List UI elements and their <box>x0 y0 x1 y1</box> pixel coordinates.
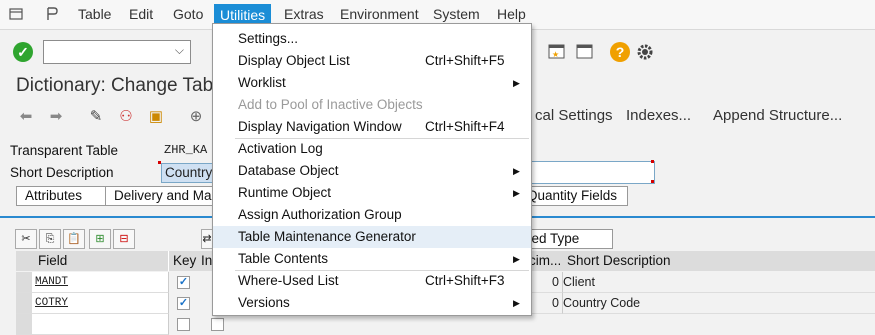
svg-text:★: ★ <box>552 50 559 59</box>
gear-icon[interactable] <box>635 42 655 62</box>
required-marker-right-bottom <box>651 180 654 183</box>
technical-settings-button[interactable]: cal Settings <box>535 107 613 124</box>
menu-item-table-contents[interactable]: Table Contents ▶ <box>213 248 531 270</box>
column-header-short-description: Short Description <box>563 251 875 271</box>
submenu-arrow-icon: ▶ <box>513 166 520 176</box>
chevron-down-icon[interactable]: ⌵ <box>175 43 184 58</box>
table-name-field: ZHR_KA <box>164 143 208 157</box>
tab-quantity-fields[interactable]: Quantity Fields <box>518 186 628 206</box>
cut-icon[interactable]: ✂ <box>15 229 37 249</box>
generate-shortcut-icon[interactable] <box>575 42 595 62</box>
enter-check-icon[interactable]: ✓ <box>13 42 33 62</box>
menu-item-table-maintenance-generator[interactable]: Table Maintenance Generator <box>213 226 531 248</box>
short-description-input-cont[interactable] <box>522 161 655 184</box>
row-selector[interactable] <box>16 293 33 314</box>
paste-icon[interactable]: 📋 <box>63 229 85 249</box>
back-arrow-icon[interactable]: ⬅ <box>16 107 36 125</box>
create-session-icon[interactable]: ★ <box>547 42 567 62</box>
menu-item-runtime-object[interactable]: Runtime Object ▶ <box>213 182 531 204</box>
submenu-arrow-icon: ▶ <box>513 78 520 88</box>
tab-attributes[interactable]: Attributes <box>16 186 106 206</box>
menu-item-display-navigation-window[interactable]: Display Navigation Window Ctrl+Shift+F4 <box>213 116 531 138</box>
menu-item-activation-log[interactable]: Activation Log <box>213 138 531 160</box>
row-selector[interactable] <box>16 272 33 293</box>
command-field[interactable]: ⌵ <box>43 40 191 64</box>
forward-arrow-icon[interactable]: ➡ <box>46 107 66 125</box>
menu-table[interactable]: Table <box>78 0 111 29</box>
field-name-cell[interactable]: COTRY <box>32 293 169 314</box>
delete-row-icon[interactable]: ⊟ <box>113 229 135 249</box>
column-header-field: Field <box>16 251 169 271</box>
short-description-cell: Client <box>563 272 875 293</box>
key-checkbox[interactable] <box>177 318 190 331</box>
submenu-arrow-icon: ▶ <box>513 298 520 308</box>
help-icon[interactable]: ? <box>610 42 630 62</box>
check-object-icon[interactable]: ⚇ <box>116 107 136 125</box>
short-description-label: Short Description <box>10 165 114 180</box>
required-marker-right <box>651 160 654 163</box>
where-used-icon[interactable]: ⊕ <box>186 107 206 125</box>
display-change-icon[interactable]: ✎ <box>86 107 106 125</box>
transparent-table-label: Transparent Table <box>10 143 119 158</box>
activate-icon[interactable]: ▣ <box>146 107 166 125</box>
key-checkbox[interactable]: ✓ <box>177 297 190 310</box>
row-selector[interactable] <box>16 314 33 335</box>
menu-item-add-to-pool: Add to Pool of Inactive Objects <box>238 97 423 112</box>
system-menu-icon[interactable] <box>8 6 24 22</box>
key-checkbox[interactable]: ✓ <box>177 276 190 289</box>
menu-goto[interactable]: Goto <box>173 0 203 29</box>
page-title: Dictionary: Change Table <box>16 75 228 96</box>
menu-item-database-object[interactable]: Database Object ▶ <box>213 160 531 182</box>
insert-row-icon[interactable]: ⊞ <box>89 229 111 249</box>
menu-item-worklist[interactable]: Worklist ▶ <box>213 72 531 94</box>
submenu-arrow-icon: ▶ <box>513 188 520 198</box>
menu-item-where-used-list[interactable]: Where-Used List Ctrl+Shift+F3 <box>213 270 531 292</box>
menu-item-versions[interactable]: Versions ▶ <box>213 292 531 314</box>
append-structure-button[interactable]: Append Structure... <box>713 107 842 124</box>
indexes-button[interactable]: Indexes... <box>626 107 691 124</box>
short-description-cell: Country Code <box>563 293 875 314</box>
utilities-menu: Settings... Display Object List Ctrl+Shi… <box>212 23 532 316</box>
tab-delivery[interactable]: Delivery and Mai <box>105 186 217 206</box>
field-name-cell[interactable]: MANDT <box>32 272 169 293</box>
customize-layout-icon[interactable] <box>44 6 60 22</box>
menu-edit[interactable]: Edit <box>129 0 153 29</box>
required-marker <box>158 161 161 164</box>
copy-icon[interactable]: ⎘ <box>39 229 61 249</box>
field-name-cell[interactable] <box>32 314 169 335</box>
menu-item-assign-authorization-group[interactable]: Assign Authorization Group <box>213 204 531 226</box>
menu-item-settings[interactable]: Settings... <box>213 28 531 50</box>
submenu-arrow-icon: ▶ <box>513 254 520 264</box>
short-description-input[interactable]: Country <box>161 163 213 183</box>
menu-item-display-object-list[interactable]: Display Object List Ctrl+Shift+F5 <box>213 50 531 72</box>
initial-checkbox[interactable] <box>211 318 224 331</box>
